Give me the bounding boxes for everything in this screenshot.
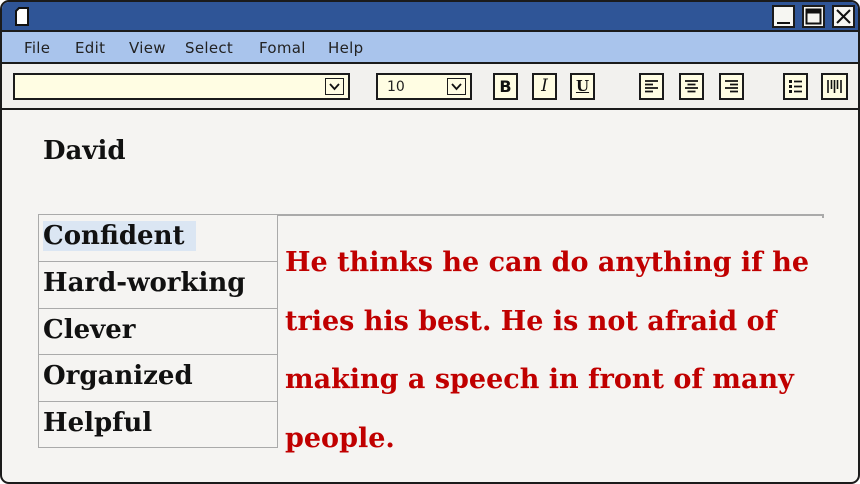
maximize-button[interactable] [802, 5, 825, 28]
divider-tick [822, 214, 824, 218]
toolbar: 10 B I U [2, 64, 858, 110]
bullet-list-button[interactable] [783, 73, 808, 100]
trait-label: Confident [43, 221, 197, 251]
minimize-button[interactable] [772, 5, 795, 28]
trait-description: He thinks he can do anything if he tries… [285, 247, 810, 454]
underline-button[interactable]: U [570, 73, 595, 100]
trait-item[interactable]: Organized [39, 355, 277, 403]
italic-label: I [541, 76, 548, 96]
trait-item[interactable]: Confident [39, 215, 277, 262]
trait-list: Confident Hard-working Clever Organized … [38, 214, 278, 448]
trait-item[interactable]: Clever [39, 309, 277, 356]
menu-bar: File Edit View Select Fomal Help [2, 32, 858, 64]
maximize-icon [805, 8, 822, 25]
chevron-down-icon [451, 83, 462, 91]
trait-label: Organized [43, 361, 193, 392]
trait-item[interactable]: Hard-working [39, 262, 277, 309]
trait-item[interactable]: Helpful [39, 402, 277, 449]
italic-button[interactable]: I [532, 73, 557, 100]
menu-file[interactable]: File [24, 39, 50, 57]
trait-label: Clever [43, 314, 136, 345]
trait-label: Helpful [43, 408, 153, 439]
menu-fomal[interactable]: Fomal [259, 39, 306, 57]
document-icon [15, 7, 29, 26]
size-dropdown-button[interactable] [447, 78, 466, 95]
align-right-button[interactable] [719, 73, 744, 100]
menu-view[interactable]: View [129, 39, 166, 57]
app-window: File Edit View Select Fomal Help 10 B I … [0, 0, 860, 484]
columns-icon [827, 80, 842, 93]
title-bar[interactable] [2, 2, 858, 32]
font-family-select[interactable] [13, 73, 350, 100]
document-heading: David [43, 136, 126, 166]
divider [278, 214, 824, 216]
font-size-select[interactable]: 10 [376, 73, 472, 100]
close-button[interactable] [832, 5, 855, 28]
underline-label: U [575, 77, 590, 95]
columns-button[interactable] [821, 73, 848, 100]
font-dropdown-button[interactable] [325, 78, 344, 95]
bold-label: B [499, 77, 512, 96]
align-right-icon [725, 80, 738, 93]
font-size-value: 10 [387, 79, 405, 95]
menu-edit[interactable]: Edit [75, 39, 105, 57]
align-center-button[interactable] [679, 73, 704, 100]
chevron-down-icon [329, 83, 340, 91]
bold-button[interactable]: B [493, 73, 518, 100]
align-left-icon [645, 80, 658, 93]
close-icon [836, 9, 851, 24]
menu-help[interactable]: Help [328, 39, 363, 57]
menu-select[interactable]: Select [185, 39, 233, 57]
align-center-icon [685, 80, 698, 93]
trait-label: Hard-working [43, 267, 246, 298]
align-left-button[interactable] [639, 73, 664, 100]
minimize-icon [777, 22, 790, 24]
bullet-list-icon [789, 80, 802, 93]
